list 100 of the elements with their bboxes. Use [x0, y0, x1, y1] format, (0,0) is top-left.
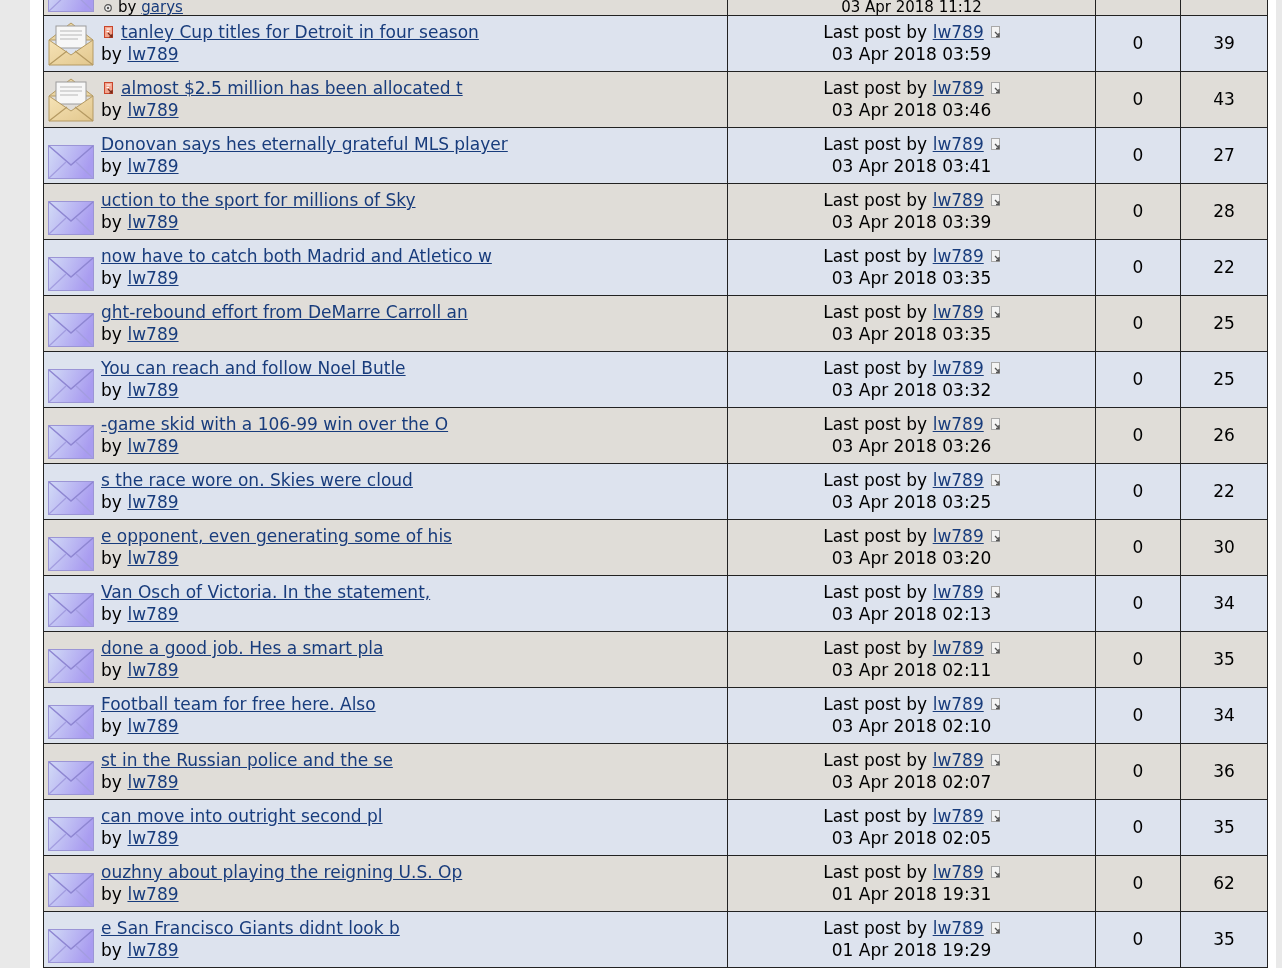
by-label: by [101, 659, 122, 681]
topic-link[interactable]: You can reach and follow Noel Butle [101, 357, 406, 379]
topic-link[interactable]: done a good job. Hes a smart pla [101, 637, 384, 659]
author-link[interactable]: lw789 [932, 749, 984, 771]
author-link[interactable]: lw789 [932, 693, 984, 715]
views-count: 39 [1213, 31, 1235, 55]
topic-link[interactable]: s the race wore on. Skies were cloud [101, 469, 413, 491]
topic-link[interactable]: e San Francisco Giants didnt look b [101, 917, 400, 939]
author-link[interactable]: lw789 [127, 771, 179, 793]
author-link[interactable]: lw789 [127, 379, 179, 401]
author-link[interactable]: lw789 [127, 883, 179, 905]
views-count: 26 [1213, 423, 1235, 447]
by-label: by [101, 771, 122, 793]
author-link[interactable]: garys [141, 0, 183, 15]
replies-count: 0 [1132, 591, 1144, 615]
replies-count: 0 [1132, 871, 1144, 895]
replies-count: 0 [1132, 927, 1144, 951]
author-link[interactable]: lw789 [127, 659, 179, 681]
last-post-label: Last post by [823, 77, 928, 99]
author-link[interactable]: lw789 [932, 77, 984, 99]
last-post-time: 03 Apr 2018 03:46 [831, 99, 992, 121]
replies-count: 0 [1132, 759, 1144, 783]
by-label: by [101, 323, 122, 345]
views-count: 35 [1213, 927, 1235, 951]
author-link[interactable]: lw789 [127, 715, 179, 737]
by-label: by [101, 43, 122, 65]
author-link[interactable]: lw789 [932, 637, 984, 659]
author-link[interactable]: lw789 [127, 43, 179, 65]
author-link[interactable]: lw789 [127, 323, 179, 345]
by-label: by [101, 435, 122, 457]
replies-count: 0 [1132, 647, 1144, 671]
author-link[interactable]: lw789 [932, 805, 984, 827]
topic-link[interactable]: st in the Russian police and the se [101, 749, 393, 771]
replies-count: 0 [1132, 143, 1144, 167]
author-link[interactable]: lw789 [127, 491, 179, 513]
author-link[interactable]: lw789 [932, 245, 984, 267]
author-link[interactable]: lw789 [932, 861, 984, 883]
author-link[interactable]: lw789 [932, 469, 984, 491]
author-link[interactable]: lw789 [932, 413, 984, 435]
author-link[interactable]: lw789 [127, 155, 179, 177]
author-link[interactable]: lw789 [932, 581, 984, 603]
views-count: 62 [1213, 871, 1235, 895]
by-label: by [101, 155, 122, 177]
topic-link[interactable]: ght-rebound effort from DeMarre Carroll an [101, 301, 468, 323]
author-link[interactable]: lw789 [932, 917, 984, 939]
replies-count: 0 [1132, 535, 1144, 559]
topic-link[interactable]: e opponent, even generating some of his [101, 525, 452, 547]
topic-link[interactable]: ouzhny about playing the reigning U.S. Op [101, 861, 463, 883]
views-count: 22 [1213, 479, 1235, 503]
by-label: by [101, 715, 122, 737]
last-post-time: 03 Apr 2018 03:20 [831, 547, 992, 569]
by-label: by [101, 211, 122, 233]
replies-count: 0 [1132, 255, 1144, 279]
replies-count: 0 [1132, 31, 1144, 55]
topic-link[interactable]: -game skid with a 106-99 win over the O [101, 413, 449, 435]
envelope-icon [48, 0, 94, 12]
last-post-time: 03 Apr 2018 03:41 [831, 155, 992, 177]
author-link[interactable]: lw789 [932, 301, 984, 323]
last-post-time: 03 Apr 2018 02:13 [831, 603, 992, 625]
last-post-time: 03 Apr 2018 03:35 [831, 267, 992, 289]
author-link[interactable]: lw789 [932, 357, 984, 379]
author-link[interactable]: lw789 [127, 827, 179, 849]
last-post-time: 03 Apr 2018 11:12 [841, 0, 982, 15]
replies-count: 0 [1132, 367, 1144, 391]
last-post-time: 01 Apr 2018 19:29 [831, 939, 992, 961]
author-link[interactable]: lw789 [127, 99, 179, 121]
author-link[interactable]: lw789 [127, 435, 179, 457]
last-post-label: Last post by [823, 581, 928, 603]
author-link[interactable]: lw789 [932, 189, 984, 211]
last-post-time: 01 Apr 2018 19:31 [831, 883, 992, 905]
topic-link[interactable]: now have to catch both Madrid and Atletico w [101, 245, 492, 267]
topic-link[interactable]: Van Osch of Victoria. In the statement, [101, 581, 431, 603]
author-link[interactable]: lw789 [127, 547, 179, 569]
by-label: by [101, 491, 122, 513]
last-post-label: Last post by [823, 805, 928, 827]
author-link[interactable]: lw789 [127, 939, 179, 961]
topic-link[interactable]: tanley Cup titles for Detroit in four season [121, 21, 479, 43]
topic-link[interactable]: can move into outright second pl [101, 805, 383, 827]
topic-link[interactable]: almost $2.5 million has been allocated t [121, 77, 463, 99]
last-post-label: Last post by [823, 469, 928, 491]
replies-count: 0 [1132, 311, 1144, 335]
topic-link[interactable]: Football team for free here. Also [101, 693, 376, 715]
author-link[interactable]: lw789 [932, 21, 984, 43]
author-link[interactable]: lw789 [932, 525, 984, 547]
views-count: 35 [1213, 647, 1235, 671]
last-post-time: 03 Apr 2018 03:59 [831, 43, 992, 65]
last-post-label: Last post by [823, 301, 928, 323]
last-post-label: Last post by [823, 133, 928, 155]
author-link[interactable]: lw789 [127, 267, 179, 289]
last-post-label: Last post by [823, 917, 928, 939]
topic-link[interactable]: Donovan says hes eternally grateful MLS player [101, 133, 508, 155]
author-link[interactable]: lw789 [127, 603, 179, 625]
replies-count: 0 [1132, 479, 1144, 503]
topic-link[interactable]: uction to the sport for millions of Sky [101, 189, 416, 211]
author-link[interactable]: lw789 [932, 133, 984, 155]
by-label: by [101, 939, 122, 961]
last-post-time: 03 Apr 2018 02:11 [831, 659, 992, 681]
author-link[interactable]: lw789 [127, 211, 179, 233]
last-post-label: Last post by [823, 525, 928, 547]
last-post-label: Last post by [823, 21, 928, 43]
